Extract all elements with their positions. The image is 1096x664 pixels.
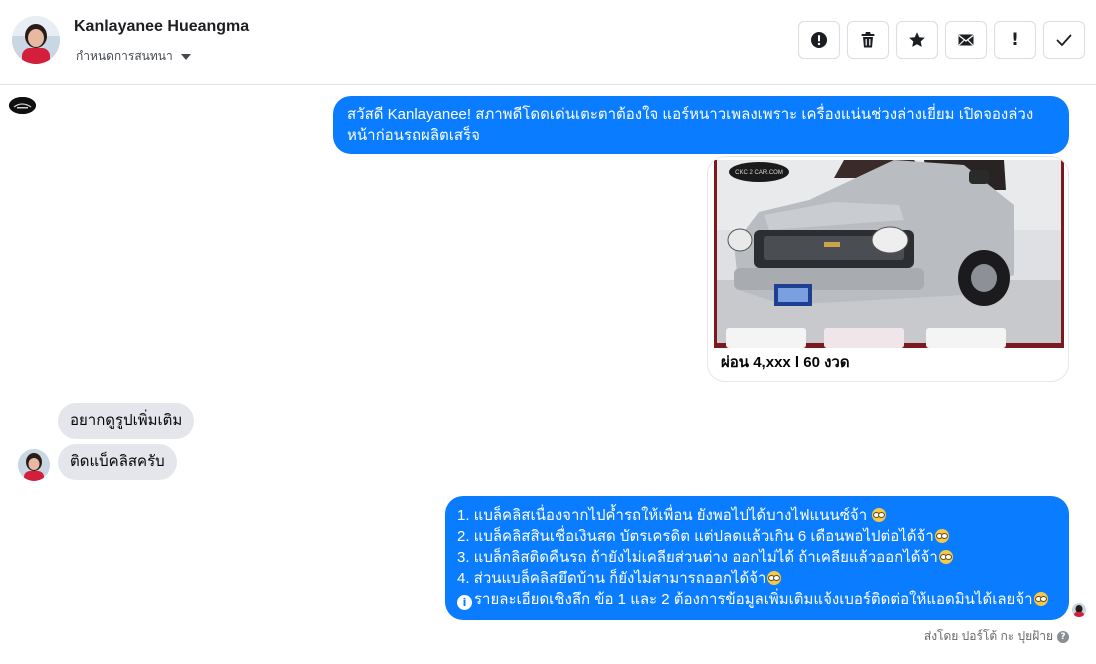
delete-button[interactable] [847, 21, 889, 59]
message-line: 4. ส่วนแบล็คลิสยึดบ้าน ก็ยังไม่สามารถออก… [457, 568, 1057, 589]
message-line: i รายละเอียดเชิงลึก ข้อ 1 และ 2 ต้องการข้… [457, 589, 1057, 610]
outgoing-message[interactable]: 1. แบล็คลิสเนื่องจากไปค้ำรถให้เพื่อน ยัง… [445, 496, 1069, 620]
contact-avatar[interactable] [12, 16, 60, 64]
sent-by-text: ส่งโดย ปอร์โต้ กะ ปุยฝ้าย [923, 629, 1053, 643]
envelope-icon [958, 34, 974, 46]
info-icon: i [457, 595, 472, 610]
contact-avatar-small[interactable] [18, 449, 50, 481]
report-spam-button[interactable] [798, 21, 840, 59]
incoming-message[interactable]: ติดแบ็คลิสครับ [58, 444, 177, 480]
star-button[interactable] [896, 21, 938, 59]
face-emoji-icon [767, 571, 782, 585]
sent-by-label: ส่งโดย ปอร์โต้ กะ ปุยฝ้าย ? [924, 627, 1069, 646]
face-emoji-icon [1033, 592, 1048, 606]
line-text: 1. แบล็คลิสเนื่องจากไปค้ำรถให้เพื่อน ยัง… [457, 507, 868, 524]
exclamation-icon: ! [1011, 30, 1019, 50]
line-text: 2. แบล็คลิสสินเชื่อเงินสด บัตรเครดิต แต่… [457, 528, 934, 545]
conversation-settings-label: กำหนดการสนทนา [76, 49, 173, 63]
message-line: 1. แบล็คลิสเนื่องจากไปค้ำรถให้เพื่อน ยัง… [457, 505, 1057, 526]
outgoing-message[interactable]: สวัสดี Kanlayanee! สภาพดีโดดเด่นเตะตาต้อ… [333, 96, 1069, 154]
face-emoji-icon [934, 529, 949, 543]
line-text: รายละเอียดเชิงลึก ข้อ 1 และ 2 ต้องการข้อ… [474, 591, 1033, 608]
star-icon [909, 32, 925, 47]
conversation-header: Kanlayanee Hueangma กำหนดการสนทนา ! [0, 0, 1096, 85]
page-logo-avatar [9, 97, 36, 114]
contact-name[interactable]: Kanlayanee Hueangma [74, 18, 249, 36]
action-toolbar: ! [798, 21, 1085, 59]
message-text: อยากดูรูปเพิ่มเติม [70, 412, 183, 429]
face-emoji-icon [872, 508, 887, 522]
car-photo[interactable]: CKC 2 CAR.COM [714, 160, 1064, 348]
mark-done-button[interactable] [1043, 21, 1085, 59]
caret-down-icon [180, 53, 191, 60]
alert-circle-icon [811, 32, 827, 48]
message-text: ติดแบ็คลิสครับ [70, 453, 165, 470]
seen-receipt-avatar [1072, 603, 1086, 617]
check-icon [1056, 34, 1072, 46]
incoming-message[interactable]: อยากดูรูปเพิ่มเติม [58, 403, 195, 439]
product-card[interactable]: CKC 2 CAR.COM ผ่อน 4,xxx l 60 งวด [707, 156, 1069, 382]
message-line: 3. แบล็กลิสติดคืนรถ ถ้ายังไม่เคลียส่วนต่… [457, 547, 1057, 568]
mark-unread-button[interactable] [945, 21, 987, 59]
message-text: สวัสดี Kanlayanee! สภาพดีโดดเด่นเตะตาต้อ… [347, 106, 1034, 144]
help-icon[interactable]: ? [1057, 630, 1069, 643]
trash-icon [861, 32, 875, 48]
message-line: 2. แบล็คลิสสินเชื่อเงินสด บัตรเครดิต แต่… [457, 526, 1057, 547]
face-emoji-icon [938, 550, 953, 564]
follow-up-button[interactable]: ! [994, 21, 1036, 59]
photo-watermark: CKC 2 CAR.COM [735, 170, 783, 176]
conversation-settings-dropdown[interactable]: กำหนดการสนทนา [76, 47, 191, 66]
line-text: 4. ส่วนแบล็คลิสยึดบ้าน ก็ยังไม่สามารถออก… [457, 570, 767, 587]
line-text: 3. แบล็กลิสติดคืนรถ ถ้ายังไม่เคลียส่วนต่… [457, 549, 938, 566]
card-title: ผ่อน 4,xxx l 60 งวด [721, 354, 850, 371]
